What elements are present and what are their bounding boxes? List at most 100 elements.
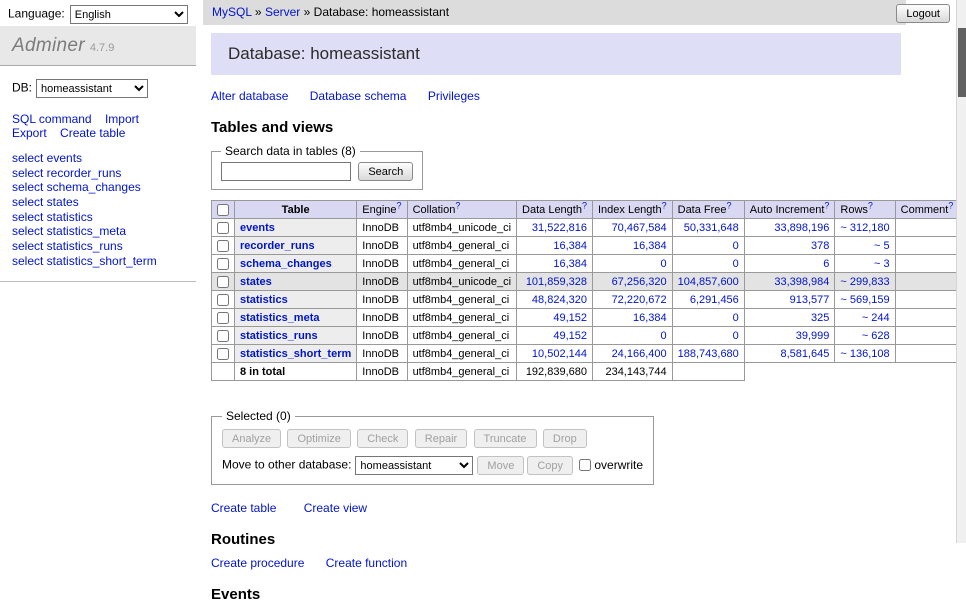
auto-increment-link[interactable]: 913,577 [790,294,830,306]
table-name-link[interactable]: statistics_short_term [240,348,351,360]
search-input[interactable] [221,162,351,181]
data-free-link[interactable]: 50,331,648 [684,222,739,234]
help-icon[interactable]: ? [397,200,402,210]
data-length-link[interactable]: 31,522,816 [532,222,587,234]
row-select-checkbox[interactable] [217,348,229,360]
rows-count-link[interactable]: ~ 244 [862,312,890,324]
index-length-link[interactable]: 67,256,320 [612,276,667,288]
row-select-checkbox[interactable] [217,330,229,342]
sidebar-item-select-statistics-meta[interactable]: select statistics_meta [12,224,184,239]
create-table-link[interactable]: Create table [211,501,276,515]
help-icon[interactable]: ? [727,200,732,210]
data-free-link[interactable]: 0 [733,240,739,252]
data-free-link[interactable]: 104,857,600 [678,276,739,288]
sidebar-import-link[interactable]: Import [105,112,139,126]
rows-count-link[interactable]: ~ 136,108 [840,348,889,360]
row-select-checkbox[interactable] [217,312,229,324]
data-length-link[interactable]: 16,384 [553,240,587,252]
data-free-link[interactable]: 0 [733,312,739,324]
rows-count-link[interactable]: ~ 312,180 [840,222,889,234]
data-free-link[interactable]: 0 [733,330,739,342]
table-name-link[interactable]: events [240,222,275,234]
row-select-checkbox[interactable] [217,276,229,288]
analyze-button[interactable]: Analyze [222,429,281,448]
help-icon[interactable]: ? [948,200,953,210]
data-free-link[interactable]: 6,291,456 [690,294,739,306]
truncate-button[interactable]: Truncate [474,429,537,448]
logout-button[interactable]: Logout [896,4,950,23]
table-name-link[interactable]: schema_changes [240,258,332,270]
rows-count-link[interactable]: ~ 299,833 [840,276,889,288]
index-length-link[interactable]: 70,467,584 [612,222,667,234]
scrollbar-thumb[interactable] [958,28,966,97]
data-length-link[interactable]: 48,824,320 [532,294,587,306]
auto-increment-link[interactable]: 6 [823,258,829,270]
breadcrumb-server-link[interactable]: Server [265,5,300,19]
index-length-link[interactable]: 0 [661,258,667,270]
search-button[interactable]: Search [358,162,413,181]
help-icon[interactable]: ? [582,200,587,210]
alter-database-link[interactable]: Alter database [211,89,288,103]
check-button[interactable]: Check [357,429,408,448]
auto-increment-link[interactable]: 33,398,984 [774,276,829,288]
copy-button[interactable]: Copy [527,456,573,475]
sidebar-item-select-statistics-runs[interactable]: select statistics_runs [12,239,184,254]
create-view-link[interactable]: Create view [304,501,367,515]
help-icon[interactable]: ? [824,200,829,210]
sidebar-item-select-recorder-runs[interactable]: select recorder_runs [12,166,184,181]
auto-increment-link[interactable]: 39,999 [796,330,830,342]
row-select-checkbox[interactable] [217,294,229,306]
data-length-link[interactable]: 49,152 [553,312,587,324]
rows-count-link[interactable]: ~ 569,159 [840,294,889,306]
table-name-link[interactable]: statistics_runs [240,330,318,342]
row-select-checkbox[interactable] [217,222,229,234]
drop-button[interactable]: Drop [543,429,587,448]
sidebar-create-table-link[interactable]: Create table [60,126,125,140]
db-select[interactable]: homeassistant [36,79,148,98]
create-function-link[interactable]: Create function [326,556,407,570]
sidebar-sql-command-link[interactable]: SQL command [12,112,92,126]
privileges-link[interactable]: Privileges [428,89,480,103]
index-length-link[interactable]: 0 [661,330,667,342]
overwrite-checkbox[interactable] [579,459,591,471]
index-length-link[interactable]: 16,384 [633,312,667,324]
sidebar-item-select-statistics-short-term[interactable]: select statistics_short_term [12,254,184,269]
help-icon[interactable]: ? [455,200,460,210]
vertical-scrollbar[interactable] [956,0,966,543]
sidebar-item-select-statistics[interactable]: select statistics [12,210,184,225]
table-name-link[interactable]: states [240,276,272,288]
move-db-select[interactable]: homeassistant [355,456,473,475]
select-all-checkbox[interactable] [217,204,229,216]
sidebar-item-select-states[interactable]: select states [12,195,184,210]
data-length-link[interactable]: 16,384 [553,258,587,270]
auto-increment-link[interactable]: 325 [811,312,829,324]
index-length-link[interactable]: 16,384 [633,240,667,252]
database-schema-link[interactable]: Database schema [310,89,407,103]
auto-increment-link[interactable]: 378 [811,240,829,252]
help-icon[interactable]: ? [662,200,667,210]
breadcrumb-mysql-link[interactable]: MySQL [212,5,252,19]
sidebar-item-select-schema-changes[interactable]: select schema_changes [12,180,184,195]
row-select-checkbox[interactable] [217,258,229,270]
sidebar-item-select-events[interactable]: select events [12,151,184,166]
table-name-link[interactable]: recorder_runs [240,240,315,252]
data-free-link[interactable]: 188,743,680 [678,348,739,360]
rows-count-link[interactable]: ~ 5 [874,240,890,252]
help-icon[interactable]: ? [868,200,873,210]
sidebar-export-link[interactable]: Export [12,126,47,140]
table-name-link[interactable]: statistics [240,294,288,306]
optimize-button[interactable]: Optimize [287,429,350,448]
data-length-link[interactable]: 49,152 [553,330,587,342]
data-length-link[interactable]: 101,859,328 [526,276,587,288]
language-select[interactable]: English [70,5,188,24]
index-length-link[interactable]: 72,220,672 [612,294,667,306]
row-select-checkbox[interactable] [217,240,229,252]
index-length-link[interactable]: 24,166,400 [612,348,667,360]
repair-button[interactable]: Repair [415,429,467,448]
create-procedure-link[interactable]: Create procedure [211,556,304,570]
auto-increment-link[interactable]: 8,581,645 [780,348,829,360]
auto-increment-link[interactable]: 33,898,196 [774,222,829,234]
table-name-link[interactable]: statistics_meta [240,312,320,324]
move-button[interactable]: Move [477,456,524,475]
rows-count-link[interactable]: ~ 628 [862,330,890,342]
